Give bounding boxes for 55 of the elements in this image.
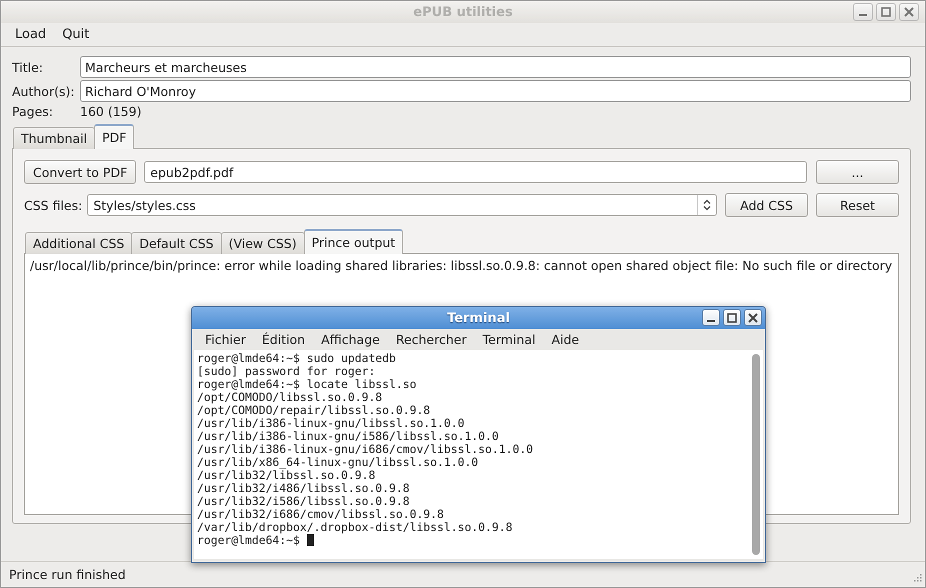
menu-item[interactable]: Affichage	[313, 332, 388, 347]
text-field[interactable]: Marcheurs et marcheuses	[80, 56, 911, 78]
minimize-icon[interactable]	[702, 309, 720, 326]
output-file-field[interactable]: epub2pdf.pdf	[144, 161, 807, 183]
terminal-line: /opt/COMODO/libssl.so.0.9.8	[197, 390, 382, 404]
terminal-line: [sudo] password for roger:	[197, 364, 376, 378]
css-file-dropdown[interactable]: Styles/styles.css	[87, 194, 717, 216]
maximize-icon[interactable]	[876, 3, 896, 21]
terminal-line: /usr/lib/x86_64-linux-gnu/libssl.so.1.0.0	[197, 455, 478, 469]
status-text: Prince run finished	[9, 567, 126, 582]
menu-item[interactable]: Rechercher	[388, 332, 475, 347]
field-label: Title:	[12, 60, 44, 74]
terminal-line: /usr/lib32/i486/libssl.so.0.9.8	[197, 481, 410, 495]
output-text: /usr/local/lib/prince/bin/prince: error while loading shared libraries: libssl.so.0.9.8: cannot open shared object file: No such file or directory	[30, 258, 892, 273]
tab[interactable]: (View CSS)	[220, 232, 305, 254]
menu-item[interactable]: Aide	[543, 332, 588, 347]
tab[interactable]: Prince output	[304, 229, 404, 254]
reset-button[interactable]: Reset	[816, 193, 899, 217]
up-down-caret-icon	[703, 199, 711, 211]
terminal-line: /opt/COMODO/repair/libssl.so.0.9.8	[197, 403, 430, 417]
terminal-line: roger@lmde64:~$	[197, 533, 300, 547]
terminal-line: /usr/lib/i386-linux-gnu/i586/libssl.so.1.0.0	[197, 429, 499, 443]
terminal-line: /usr/lib/i386-linux-gnu/i686/cmov/libssl.so.1.0.0	[197, 442, 534, 456]
terminal-line: /usr/lib/i386-linux-gnu/libssl.so.1.0.0	[197, 416, 464, 430]
convert-button[interactable]: Convert to PDF	[24, 160, 136, 184]
tab[interactable]: Additional CSS	[25, 232, 132, 254]
menu-item[interactable]: Terminal	[474, 332, 544, 347]
tab[interactable]: PDF	[94, 124, 134, 149]
menu-item[interactable]: Load	[7, 27, 54, 42]
field-label: CSS files:	[24, 198, 82, 212]
scrollbar-thumb[interactable]	[752, 354, 760, 555]
field-label: Pages:	[12, 104, 54, 118]
menu-item[interactable]: Fichier	[197, 332, 254, 347]
terminal-line: /usr/lib32/libssl.so.0.9.8	[197, 468, 376, 482]
tab[interactable]: Default CSS	[131, 232, 222, 254]
menu-item[interactable]: Quit	[54, 27, 98, 42]
terminal-line: /usr/lib32/i686/cmov/libssl.so.0.9.8	[197, 507, 444, 521]
terminal-line: /var/lib/dropbox/.dropbox-dist/libssl.so.0.9.8	[197, 520, 512, 534]
terminal-line: roger@lmde64:~$ sudo updatedb	[197, 351, 396, 365]
menu-item[interactable]: Édition	[254, 332, 314, 347]
close-icon[interactable]	[744, 309, 762, 326]
terminal-line: roger@lmde64:~$ locate libssl.so	[197, 377, 416, 391]
tab[interactable]: Thumbnail	[13, 127, 96, 149]
window-title: Terminal	[447, 310, 510, 326]
maximize-icon[interactable]	[723, 309, 741, 326]
close-icon[interactable]	[899, 3, 919, 21]
window-title: ePUB utilities	[413, 4, 513, 20]
add-css-button[interactable]: Add CSS	[725, 193, 808, 217]
field-label: Author(s):	[12, 84, 76, 98]
resize-grip-icon[interactable]	[912, 574, 922, 584]
browse-button[interactable]: ...	[816, 160, 899, 184]
terminal-line: /usr/lib32/i586/libssl.so.0.9.8	[197, 494, 410, 508]
page-count: 160 (159)	[80, 104, 142, 118]
minimize-icon[interactable]	[853, 3, 873, 21]
text-field[interactable]: Richard O'Monroy	[80, 80, 911, 102]
